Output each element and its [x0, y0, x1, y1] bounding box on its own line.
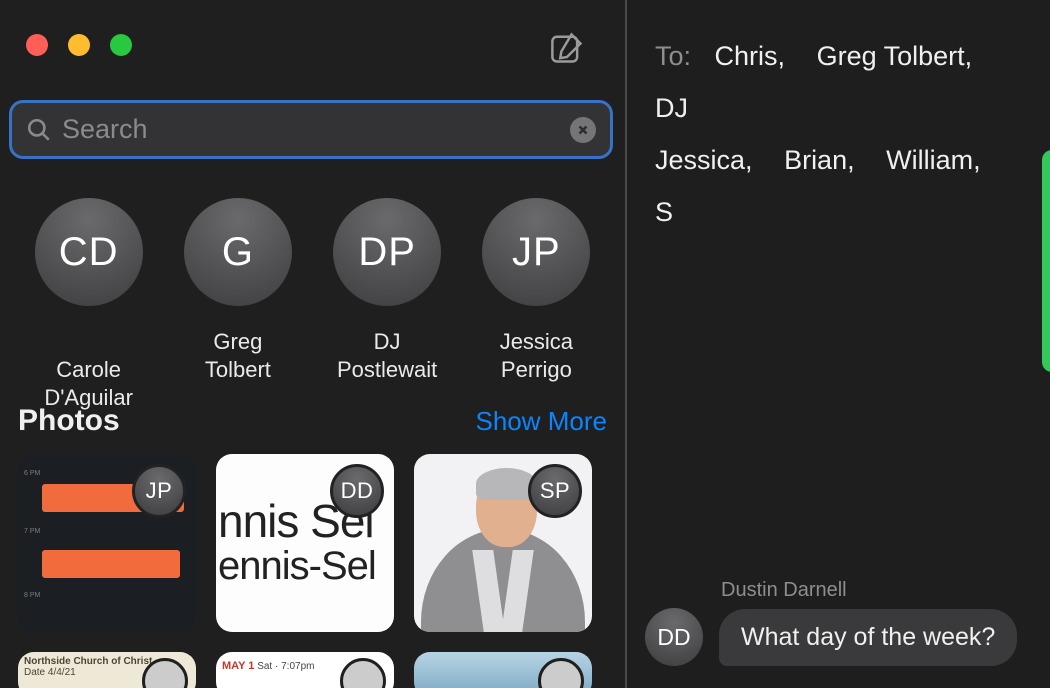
photos-title: Photos	[18, 404, 120, 438]
avatar: DP	[333, 198, 441, 306]
photo-tile[interactable]: MAY 1 Sat · 7:07pm	[216, 652, 394, 688]
window-close-button[interactable]	[26, 34, 48, 56]
contact-chip[interactable]: CD Carole D'Aguilar	[14, 198, 163, 412]
photo-tile[interactable]: 6 PM 7 PM 8 PM JP	[18, 454, 196, 632]
recipients-bar[interactable]: To: Chris, Greg Tolbert, DJ Jessica, Bri…	[655, 30, 1050, 238]
avatar-badge: SP	[528, 464, 582, 518]
window-controls	[26, 34, 132, 56]
contact-name: DJPostlewait	[313, 328, 462, 384]
photos-header: Photos Show More	[18, 404, 607, 438]
avatar: CD	[35, 198, 143, 306]
incoming-message: Dustin Darnell DD What day of the week?	[645, 579, 1050, 666]
window-zoom-button[interactable]	[110, 34, 132, 56]
show-more-link[interactable]: Show More	[476, 406, 608, 437]
search-icon	[26, 117, 52, 143]
avatar-badge: DD	[330, 464, 384, 518]
recipient-token[interactable]: Greg Tolbert,	[817, 41, 973, 71]
recipient-token[interactable]: DJ	[655, 93, 688, 123]
avatar: JP	[482, 198, 590, 306]
sidebar-pane: CD Carole D'Aguilar G GregTolbert DP DJP…	[0, 0, 625, 688]
recipient-token[interactable]: S	[655, 197, 673, 227]
to-label: To:	[655, 41, 691, 71]
photo-tile[interactable]: Northside Church of Christ Date 4/4/21	[18, 652, 196, 688]
conversation-pane: To: Chris, Greg Tolbert, DJ Jessica, Bri…	[625, 0, 1050, 688]
search-input[interactable]	[62, 114, 570, 145]
recipient-token[interactable]: William,	[886, 145, 981, 175]
contact-chip[interactable]: JP JessicaPerrigo	[462, 198, 611, 412]
app-window: CD Carole D'Aguilar G GregTolbert DP DJP…	[0, 0, 1050, 688]
contact-name: Carole D'Aguilar	[14, 328, 163, 412]
recipient-token[interactable]: Jessica,	[655, 145, 753, 175]
photo-tile[interactable]: nnis Sel ennis-Sel DD	[216, 454, 394, 632]
contact-chip[interactable]: G GregTolbert	[163, 198, 312, 412]
contact-chip[interactable]: DP DJPostlewait	[313, 198, 462, 412]
recipient-token[interactable]: Brian,	[784, 145, 855, 175]
search-field[interactable]	[9, 100, 613, 159]
outgoing-message-bubble[interactable]	[1042, 150, 1050, 372]
contact-name: JessicaPerrigo	[462, 328, 611, 384]
suggested-contacts-row: CD Carole D'Aguilar G GregTolbert DP DJP…	[14, 198, 611, 412]
compose-button[interactable]	[549, 30, 585, 66]
avatar: G	[184, 198, 292, 306]
photo-tile[interactable]: SP	[414, 454, 592, 632]
message-sender-name: Dustin Darnell	[721, 579, 1050, 602]
contact-name: GregTolbert	[163, 328, 312, 384]
photos-grid: 6 PM 7 PM 8 PM JP nnis Sel ennis-Sel DD	[18, 454, 607, 688]
window-minimize-button[interactable]	[68, 34, 90, 56]
avatar[interactable]: DD	[645, 608, 703, 666]
clear-search-button[interactable]	[570, 117, 596, 143]
avatar-badge: JP	[132, 464, 186, 518]
photo-tile[interactable]	[414, 652, 592, 688]
recipient-token[interactable]: Chris,	[715, 41, 786, 71]
message-bubble[interactable]: What day of the week?	[719, 609, 1017, 666]
